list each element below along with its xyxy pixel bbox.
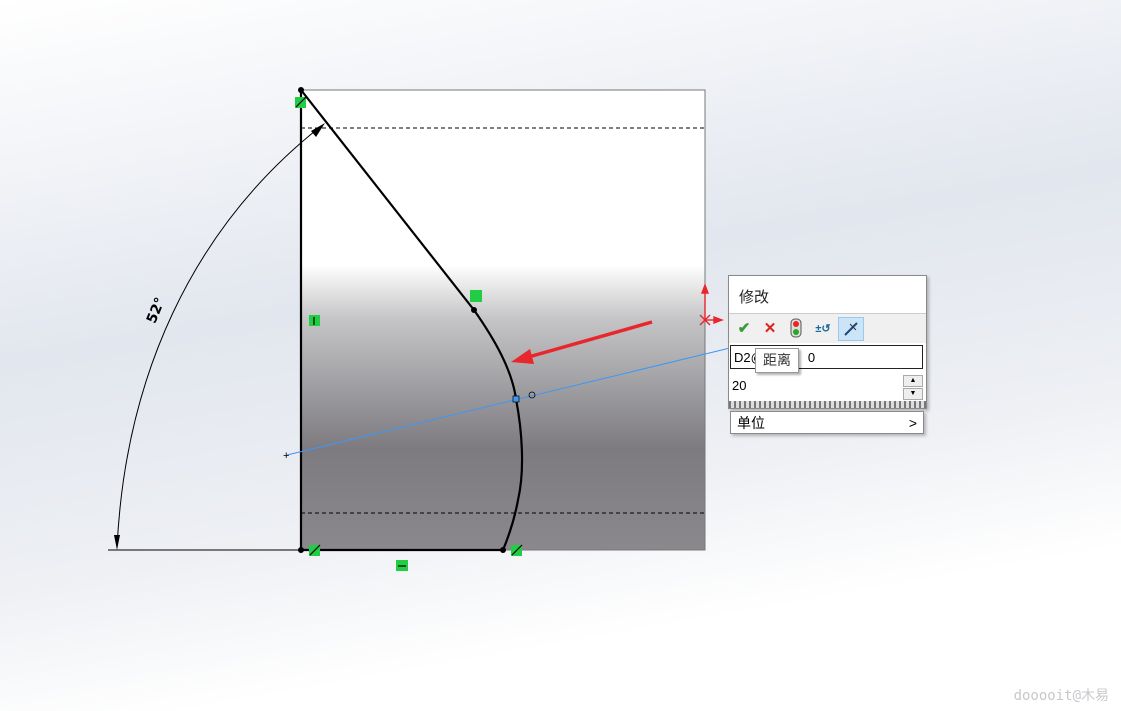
svg-text:+: + xyxy=(283,450,289,462)
svg-text:52°: 52° xyxy=(144,295,169,326)
reverse-dimension-icon[interactable]: ±↺ xyxy=(811,317,835,339)
spin-down-button[interactable]: ▼ xyxy=(903,388,923,400)
part-face xyxy=(300,89,706,551)
spin-up-button[interactable]: ▲ xyxy=(903,375,923,387)
close-icon[interactable]: ✕ xyxy=(758,317,782,339)
dialog-toolbar: ✔ ✕ ±↺ xyxy=(729,313,926,343)
watermark: dooooit@木易 xyxy=(1013,688,1109,704)
mark-dimension-icon[interactable] xyxy=(838,317,864,341)
arrowhead xyxy=(114,535,120,550)
selected-point-handle[interactable] xyxy=(512,395,520,403)
tooltip: 距离 xyxy=(755,348,799,373)
angle-dimension-arc xyxy=(116,126,321,549)
tangent-constraint-icon xyxy=(470,290,482,302)
dialog-title: 修改 xyxy=(739,289,770,306)
thumbwheel[interactable] xyxy=(729,401,926,408)
unit-menu[interactable]: 单位 > xyxy=(730,411,924,434)
dimension-value-input[interactable]: 20 ▲ ▼ xyxy=(730,373,925,400)
modify-dialog: 修改 ✔ ✕ ±↺ D2@ 0 20 ▲ ▼ xyxy=(728,275,927,409)
rebuild-traffic-light-icon[interactable] xyxy=(784,317,808,339)
check-icon[interactable]: ✔ xyxy=(732,317,756,339)
sketch-canvas[interactable]: 52° + xyxy=(0,0,1121,711)
chevron-right-icon: > xyxy=(908,415,917,431)
angle-dimension-label[interactable]: 52° xyxy=(144,295,169,326)
